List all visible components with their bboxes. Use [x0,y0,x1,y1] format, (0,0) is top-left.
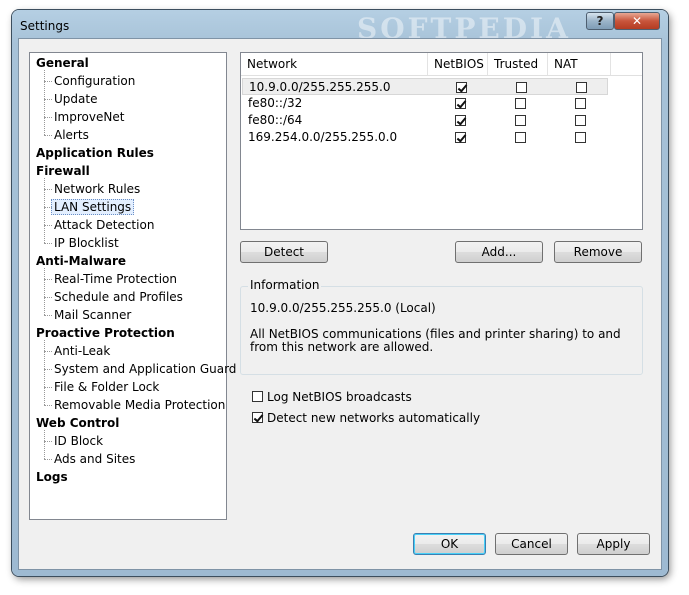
tree-item-mail-scanner[interactable]: Mail Scanner [43,306,132,324]
apply-button[interactable]: Apply [577,533,650,555]
tree-item-update[interactable]: Update [43,90,98,108]
tree-item-proactive-protection[interactable]: Proactive Protection [36,324,175,342]
netbios-checkbox[interactable] [455,132,466,143]
window-title: Settings [20,19,70,33]
log-netbios-label: Log NetBIOS broadcasts [267,390,412,404]
network-cell: fe80::/32 [248,96,303,110]
tree-item-anti-malware[interactable]: Anti-Malware [36,252,126,270]
tree-item-attack-detection[interactable]: Attack Detection [43,216,155,234]
trusted-checkbox[interactable] [515,115,526,126]
tree-item-web-control[interactable]: Web Control [36,414,119,432]
netbios-checkbox[interactable] [456,82,467,93]
tree-item-label: General [36,56,89,70]
information-title: Information [248,278,322,292]
nat-checkbox[interactable] [576,82,587,93]
trusted-checkbox[interactable] [515,98,526,109]
help-button[interactable]: ? [586,12,614,30]
nat-checkbox[interactable] [575,132,586,143]
network-cell: 10.9.0.0/255.255.255.0 [249,80,391,94]
tree-item-label: System and Application Guard [54,362,237,376]
cancel-button[interactable]: Cancel [495,533,568,555]
settings-window: Settings SOFTPEDIA ? ✕ General Configurat… [12,10,668,576]
tree-item-ip-blocklist[interactable]: IP Blocklist [44,234,119,252]
tree-item-anti-leak[interactable]: Anti-Leak [43,342,111,360]
tree-connector [44,178,45,243]
close-icon: ✕ [631,14,643,28]
tree-item-label: Schedule and Profiles [54,290,183,304]
detect-networks-checkbox[interactable] [252,412,263,423]
network-list-header: Network NetBIOS Trusted NAT zone [241,53,642,93]
tree-item-label: Ads and Sites [54,452,136,466]
table-row[interactable]: fe80::/32 [242,95,608,112]
tree-item-label: File & Folder Lock [54,380,160,394]
close-button[interactable]: ✕ [614,12,660,30]
tree-item-label: Mail Scanner [54,308,132,322]
netbios-checkbox[interactable] [455,98,466,109]
network-cell: fe80::/64 [248,113,303,127]
tree-item-label: ImproveNet [54,110,125,124]
tree-item-real-time-protection[interactable]: Real-Time Protection [44,270,177,288]
tree-item-label: Update [54,92,98,106]
network-list[interactable]: Network NetBIOS Trusted NAT zone 10.9.0.… [240,52,643,230]
tree-item-label: Anti-Leak [54,344,111,358]
nat-checkbox[interactable] [575,98,586,109]
netbios-checkbox[interactable] [455,115,466,126]
tree-connector [44,70,45,135]
detect-button[interactable]: Detect [240,241,328,263]
column-netbios[interactable]: NetBIOS [428,53,488,75]
trusted-checkbox[interactable] [516,82,527,93]
tree-item-label: Alerts [54,128,89,142]
nat-checkbox[interactable] [575,115,586,126]
tree-item-label: Attack Detection [54,218,155,232]
information-description: All NetBIOS communications (files and pr… [250,327,621,354]
tree-item-lan-settings[interactable]: LAN Settings [43,198,135,216]
tree-connector [44,430,45,459]
tree-item-ads-and-sites[interactable]: Ads and Sites [43,450,136,468]
tree-item-label: Anti-Malware [36,254,127,268]
tree-item-label: Application Rules [36,146,154,160]
table-row[interactable]: 169.254.0.0/255.255.0.0 [242,129,608,146]
tree-connector [44,340,45,405]
detect-networks-label: Detect new networks automatically [267,411,481,425]
tree-item-configuration[interactable]: Configuration [43,72,136,90]
tree-item-label: ID Block [54,434,104,448]
tree-item-label: Configuration [54,74,136,88]
dialog-client-area: General Configuration Update ImproveNet Aler… [18,38,662,570]
tree-item-improvenet[interactable]: ImproveNet [43,108,125,126]
column-network[interactable]: Network [241,53,428,75]
log-netbios-checkbox[interactable] [252,391,263,402]
tree-item-network-rules[interactable]: Network Rules [43,180,141,198]
tree-item-file-folder-lock[interactable]: File & Folder Lock [43,378,160,396]
table-row[interactable]: 10.9.0.0/255.255.255.0 [242,78,608,95]
tree-item-label: Network Rules [54,182,141,196]
tree-item-system-and-application-guard[interactable]: System and Application Guard [43,360,237,378]
tree-item-label: Proactive Protection [36,326,175,340]
tree-item-id-block[interactable]: ID Block [43,432,104,450]
tree-item-label: Firewall [36,164,90,178]
settings-tree[interactable]: General Configuration Update ImproveNet Aler… [29,52,236,520]
tree-item-label: Real-Time Protection [54,272,177,286]
tree-connector [44,268,45,315]
add-button[interactable]: Add... [455,241,543,263]
tree-item-alerts[interactable]: Alerts [44,126,89,144]
ok-button[interactable]: OK [413,533,486,555]
tree-item-schedule-and-profiles[interactable]: Schedule and Profiles [44,288,183,306]
tree-item-label: Web Control [36,416,120,430]
column-nat-zone[interactable]: NAT zone [548,53,611,93]
tree-item-label: IP Blocklist [54,236,119,250]
tree-item-label: Removable Media Protection [54,398,226,412]
tree-item-logs[interactable]: Logs [36,468,68,486]
tree-item-label: LAN Settings [51,199,135,215]
trusted-checkbox[interactable] [515,132,526,143]
tree-item-removable-media-protection[interactable]: Removable Media Protection [43,396,226,414]
tree-item-label: Logs [36,470,68,484]
column-trusted[interactable]: Trusted [488,53,548,75]
table-row[interactable]: fe80::/64 [242,112,608,129]
network-cell: 169.254.0.0/255.255.0.0 [248,130,398,144]
tree-item-application-rules[interactable]: Application Rules [36,144,154,162]
remove-button[interactable]: Remove [554,241,642,263]
information-network: 10.9.0.0/255.255.255.0 (Local) [250,301,436,315]
